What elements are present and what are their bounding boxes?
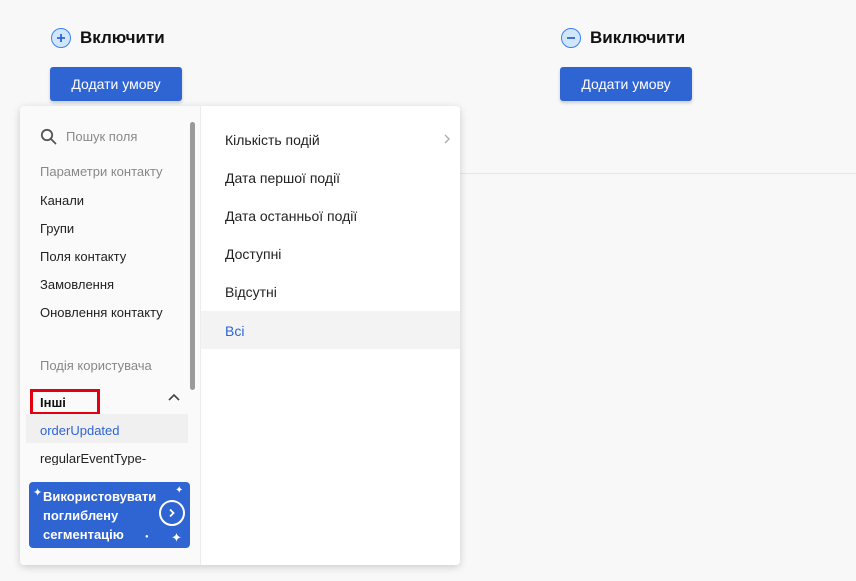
event-option-last-date[interactable]: Дата останньої події (201, 196, 460, 234)
event-option-label: Дата першої події (225, 170, 341, 186)
menu-item-channels[interactable]: Канали (40, 193, 84, 208)
event-option-available[interactable]: Доступні (201, 234, 460, 272)
include-header: Включити (51, 28, 165, 48)
include-add-condition-button[interactable]: Додати умову (50, 67, 182, 101)
others-group-label[interactable]: Інші (40, 395, 66, 410)
event-option-label: Відсутні (225, 284, 277, 300)
exclude-header: Виключити (561, 28, 685, 48)
sparkle-icon: ✦ (171, 530, 182, 545)
scrollbar-thumb[interactable] (190, 122, 195, 390)
event-option-label: Кількість подій (225, 132, 320, 148)
promo-text: Використовувати поглиблену сегментацію (43, 489, 157, 542)
search-input-placeholder[interactable]: Пошук поля (66, 129, 137, 144)
field-categories-column: Пошук поля Параметри контакту Канали Гру… (20, 106, 200, 565)
event-item-regular-event-type[interactable]: regularEventType- (40, 451, 190, 465)
menu-item-contact-update[interactable]: Оновлення контакту (40, 305, 163, 320)
exclude-title: Виключити (590, 28, 686, 47)
event-item-order-updated[interactable]: orderUpdated (40, 423, 120, 438)
event-option-label: Доступні (225, 246, 282, 262)
event-option-first-date[interactable]: Дата першої події (201, 158, 460, 196)
chevron-right-circle-icon[interactable] (159, 500, 185, 526)
menu-item-orders[interactable]: Замовлення (40, 277, 114, 292)
plus-circle-icon (51, 28, 71, 48)
event-option-count[interactable]: Кількість подій (201, 120, 460, 158)
section-divider (460, 173, 856, 174)
minus-circle-icon (561, 28, 581, 48)
menu-item-groups[interactable]: Групи (40, 221, 74, 236)
sparkle-icon: ✦ (175, 485, 184, 496)
category-contact-params: Параметри контакту (40, 164, 163, 179)
chevron-up-icon[interactable] (167, 391, 181, 405)
event-option-all[interactable]: Всі (201, 311, 460, 349)
search-icon (40, 128, 57, 145)
event-option-label: Всі (225, 323, 245, 339)
category-user-events: Подія користувача (40, 358, 152, 373)
deep-segmentation-promo[interactable]: ✦ ✦ ✦ ● Використовувати поглиблену сегме… (29, 482, 190, 548)
field-picker-dropdown: Пошук поля Параметри контакту Канали Гру… (20, 106, 460, 565)
field-search[interactable]: Пошук поля (40, 128, 137, 145)
event-option-absent[interactable]: Відсутні (201, 272, 460, 310)
include-title: Включити (80, 28, 165, 47)
chevron-right-icon (444, 134, 450, 144)
sparkle-icon: ✦ (33, 487, 43, 499)
exclude-add-condition-button[interactable]: Додати умову (560, 67, 692, 101)
menu-item-contact-fields[interactable]: Поля контакту (40, 249, 126, 264)
event-option-label: Дата останньої події (225, 208, 358, 224)
